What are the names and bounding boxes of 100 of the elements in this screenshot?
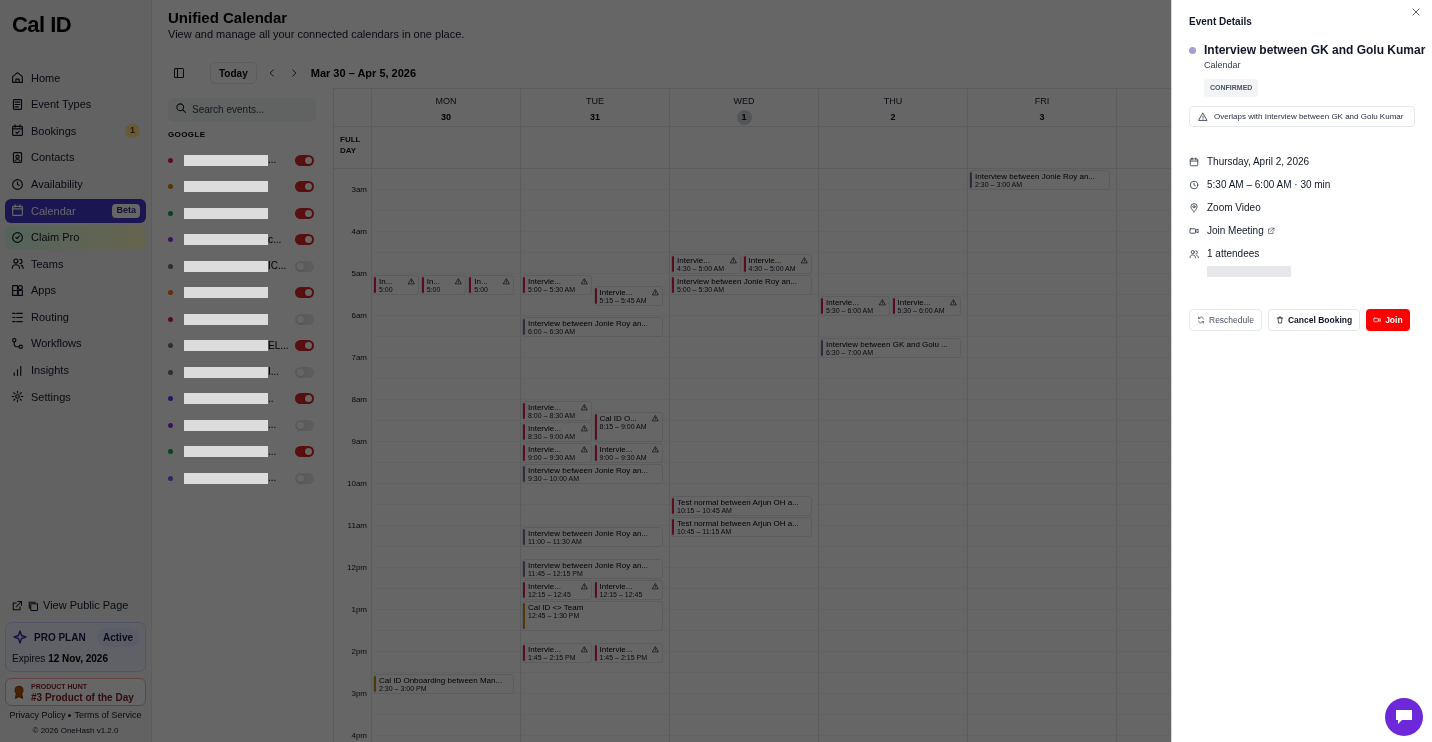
refresh-icon xyxy=(1197,316,1205,324)
hour-label: 7am xyxy=(350,353,367,363)
nav-item[interactable]: Apps xyxy=(5,278,146,303)
weekday-label: MON xyxy=(435,95,457,107)
weekday-label: FRI xyxy=(1034,95,1050,107)
event-title: Interview between Jonie Roy an... xyxy=(528,319,650,328)
search-icon xyxy=(175,102,187,114)
event-title: Interview between Jonie Roy an... xyxy=(528,466,650,475)
group-label: GOOGLE xyxy=(168,129,207,141)
close-button[interactable] xyxy=(1411,7,1421,17)
full-day-label: FULL DAY xyxy=(339,134,362,157)
search-field[interactable]: Search events... xyxy=(168,97,316,122)
toggle-switch[interactable] xyxy=(295,234,314,246)
weekday-label: TUE xyxy=(586,95,604,107)
chat-icon xyxy=(1394,708,1414,726)
view-public-page-link[interactable]: View Public Page xyxy=(5,595,146,616)
detail-text: 5:30 AM – 6:00 AM · 30 min xyxy=(1207,178,1331,192)
event-title: Intervie... xyxy=(599,644,634,654)
nav-item[interactable]: Bookings 1 xyxy=(5,119,146,143)
hour-label: 8am xyxy=(350,395,367,405)
external-link-icon xyxy=(11,599,23,612)
detail-text: 1 attendees xyxy=(1207,247,1260,261)
toggle-switch[interactable] xyxy=(295,207,314,219)
plan-expiry: Expires 12 Nov, 2026 xyxy=(12,651,109,666)
nav-item[interactable]: Home xyxy=(5,66,146,90)
toggle-switch[interactable] xyxy=(295,393,314,405)
event-title: Test normal between Arjun OH a... xyxy=(677,497,800,507)
workflow-icon xyxy=(11,337,24,351)
event-title: In... xyxy=(379,277,394,286)
nav-item[interactable]: Workflows xyxy=(5,331,146,356)
today-button[interactable]: Today xyxy=(210,62,257,84)
nav-item[interactable]: Settings xyxy=(5,385,146,409)
event-title: Intervie... xyxy=(528,424,562,433)
footer-link[interactable]: Privacy Policy xyxy=(9,708,66,722)
event-title: Intervie... xyxy=(599,581,634,591)
nav-item[interactable]: Contacts xyxy=(5,145,146,170)
panel-title: Event Details xyxy=(1189,15,1252,29)
warning-icon xyxy=(1198,111,1208,122)
day-number: 31 xyxy=(589,110,601,124)
event-title: Cal ID O... xyxy=(599,413,638,423)
day-number: 30 xyxy=(440,110,452,124)
toggle-switch[interactable] xyxy=(295,287,314,299)
weekday-label: THU xyxy=(883,95,903,107)
calendar-icon xyxy=(11,204,24,218)
location-icon xyxy=(1189,202,1199,213)
event-title: Intervie... xyxy=(599,287,634,297)
nav-item[interactable]: Availability xyxy=(5,172,146,196)
calendar-name: ... xyxy=(268,419,278,432)
event-title: Interview between GK and Golu Kumar xyxy=(1204,42,1426,59)
copyright: © 2026 OneHash v1.2.0 xyxy=(31,725,120,737)
event-title: Intervie... xyxy=(897,298,932,307)
logo: Cal ID xyxy=(11,11,73,39)
document-icon xyxy=(11,97,24,111)
join-meeting-link[interactable]: Join Meeting xyxy=(1207,223,1275,238)
event-title: Interview between Jonie Roy an... xyxy=(975,172,1097,181)
calendar-name: IC... xyxy=(268,260,288,273)
hour-label: 5am xyxy=(350,269,367,279)
calendar-name: ... xyxy=(268,445,278,458)
apps-icon xyxy=(11,284,24,298)
footer-link[interactable]: Terms of Service xyxy=(74,708,142,722)
weekday-label: WED xyxy=(733,95,755,107)
nav-item[interactable]: Event Types xyxy=(5,92,146,117)
toggle-switch[interactable] xyxy=(295,340,314,352)
nav-item[interactable]: Routing xyxy=(5,305,146,329)
nav-item[interactable]: Insights xyxy=(5,358,146,383)
event-title: Intervie... xyxy=(826,298,860,307)
event-title: In... xyxy=(426,277,441,286)
nav-item[interactable]: Teams xyxy=(5,252,146,276)
nav-item[interactable]: Calendar Beta xyxy=(5,198,146,223)
users-icon xyxy=(1189,248,1199,259)
toggle-switch[interactable] xyxy=(295,154,314,166)
calendar-name: I... xyxy=(268,366,281,379)
action-button[interactable]: Reschedule xyxy=(1189,309,1262,331)
event-title: In... xyxy=(474,277,489,286)
toggle-switch[interactable] xyxy=(295,181,314,193)
calendar-name: ... xyxy=(268,154,278,167)
event-title: Intervie... xyxy=(599,445,634,454)
event-title: Test normal between Arjun OH a... xyxy=(677,518,800,528)
plan-name: PRO PLAN xyxy=(34,630,87,645)
calendar-icon xyxy=(11,124,24,138)
hour-label: 3am xyxy=(350,185,367,195)
nav-item[interactable]: Claim Pro xyxy=(5,225,146,250)
event-title: Interview between Jonie Roy an... xyxy=(528,529,650,538)
hour-label: 4pm xyxy=(350,731,367,741)
clock-icon xyxy=(11,177,24,191)
calendar-icon xyxy=(1189,156,1199,167)
event-title: Intervie... xyxy=(528,277,562,286)
action-button[interactable]: Join xyxy=(1366,309,1410,331)
toggle-switch[interactable] xyxy=(295,446,314,458)
hour-label: 1pm xyxy=(350,605,367,615)
action-button[interactable]: Cancel Booking xyxy=(1267,309,1361,331)
hour-label: 9am xyxy=(350,437,367,447)
hour-label: 4am xyxy=(350,227,367,237)
clock-icon xyxy=(1189,179,1199,190)
sparkle-icon xyxy=(12,629,28,645)
chart-icon xyxy=(11,363,24,377)
nav-badge: Beta xyxy=(112,204,140,218)
warning-text: Overlaps with Interview between GK and Golu Kumar xyxy=(1214,111,1404,122)
calendar-label: Calendar xyxy=(1204,59,1242,72)
day-number: 2 xyxy=(889,110,897,124)
